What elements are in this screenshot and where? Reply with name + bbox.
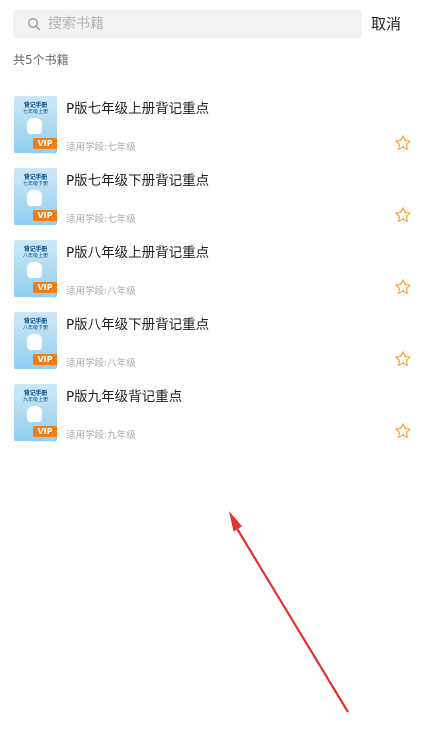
- book-item[interactable]: 背记手册 七年级上册 VIP P版七年级上册背记重点 适用学段:七年级: [0, 92, 427, 164]
- search-icon: [28, 18, 41, 31]
- star-icon[interactable]: [394, 350, 412, 368]
- book-grade: 适用学段:八年级: [66, 286, 136, 297]
- book-cover: 背记手册 八年级下册 VIP: [14, 312, 57, 369]
- cover-subtitle: 七年级上册: [22, 109, 48, 115]
- book-cover: 背记手册 七年级上册 VIP: [14, 96, 57, 153]
- tooth-illustration: [27, 118, 42, 134]
- star-icon[interactable]: [394, 206, 412, 224]
- vip-badge: VIP: [33, 138, 57, 149]
- book-title: P版八年级下册背记重点: [66, 317, 210, 333]
- book-title: P版七年级下册背记重点: [66, 173, 210, 189]
- star-icon[interactable]: [394, 134, 412, 152]
- book-cover: 背记手册 八年级上册 VIP: [14, 240, 57, 297]
- cancel-button[interactable]: 取消: [371, 13, 401, 34]
- tooth-illustration: [27, 190, 42, 206]
- tooth-illustration: [27, 406, 42, 422]
- search-bar[interactable]: [13, 10, 362, 38]
- vip-badge: VIP: [33, 354, 57, 365]
- cover-subtitle: 八年级上册: [22, 253, 48, 259]
- book-item[interactable]: 背记手册 八年级下册 VIP P版八年级下册背记重点 适用学段:八年级: [0, 308, 427, 380]
- vip-badge: VIP: [33, 282, 57, 293]
- result-count: 共5个书籍: [13, 53, 69, 67]
- book-item[interactable]: 背记手册 九年级上册 VIP P版九年级背记重点 适用学段:九年级: [0, 380, 427, 452]
- cover-subtitle: 七年级下册: [22, 181, 48, 187]
- book-cover: 背记手册 七年级下册 VIP: [14, 168, 57, 225]
- star-icon[interactable]: [394, 422, 412, 440]
- book-cover: 背记手册 九年级上册 VIP: [14, 384, 57, 441]
- vip-badge: VIP: [33, 426, 57, 437]
- book-grade: 适用学段:七年级: [66, 214, 136, 225]
- book-title: P版七年级上册背记重点: [66, 101, 210, 117]
- book-grade: 适用学段:七年级: [66, 142, 136, 153]
- search-input[interactable]: [48, 10, 348, 38]
- vip-badge: VIP: [33, 210, 57, 221]
- book-title: P版八年级上册背记重点: [66, 245, 210, 261]
- book-title: P版九年级背记重点: [66, 389, 183, 405]
- book-item[interactable]: 背记手册 八年级上册 VIP P版八年级上册背记重点 适用学段:八年级: [0, 236, 427, 308]
- tooth-illustration: [27, 262, 42, 278]
- tooth-illustration: [27, 334, 42, 350]
- star-icon[interactable]: [394, 278, 412, 296]
- book-grade: 适用学段:九年级: [66, 430, 136, 441]
- book-grade: 适用学段:八年级: [66, 358, 136, 369]
- book-item[interactable]: 背记手册 七年级下册 VIP P版七年级下册背记重点 适用学段:七年级: [0, 164, 427, 236]
- cover-subtitle: 九年级上册: [22, 397, 48, 403]
- book-list: 背记手册 七年级上册 VIP P版七年级上册背记重点 适用学段:七年级 背记手册…: [0, 92, 427, 452]
- cover-subtitle: 八年级下册: [22, 325, 48, 331]
